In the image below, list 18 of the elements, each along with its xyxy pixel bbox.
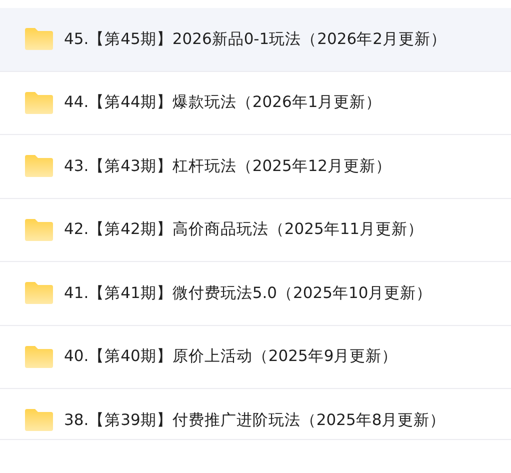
folder-icon — [25, 218, 53, 241]
folder-icon — [25, 28, 53, 50]
folder-name: 45.【第45期】2026新品0-1玩法（2026年2月更新） — [64, 28, 446, 50]
folder-row[interactable]: 40.【第40期】原价上活动（2025年9月更新） — [0, 326, 511, 389]
folder-name: 40.【第40期】原价上活动（2025年9月更新） — [64, 346, 398, 368]
folder-name: 42.【第42期】高价商品玩法（2025年11月更新） — [64, 219, 424, 240]
folder-name: 41.【第41期】微付费玩法5.0（2025年10月更新） — [64, 282, 432, 304]
folder-name: 44.【第44期】爆款玩法（2026年1月更新） — [64, 92, 382, 114]
folder-row[interactable]: 45.【第45期】2026新品0-1玩法（2026年2月更新） — [0, 8, 511, 72]
folder-name: 38.【第39期】付费推广进阶玩法（2025年8月更新） — [64, 410, 446, 431]
folder-row[interactable]: 42.【第42期】高价商品玩法（2025年11月更新） — [0, 198, 511, 262]
folder-icon — [25, 282, 53, 304]
folder-row[interactable]: 44.【第44期】爆款玩法（2026年1月更新） — [0, 72, 511, 135]
folder-icon — [25, 346, 53, 368]
folder-icon — [25, 92, 53, 114]
folder-icon — [25, 155, 53, 178]
folder-name: 43.【第43期】杠杆玩法（2025年12月更新） — [64, 156, 392, 177]
folder-icon — [25, 409, 53, 432]
